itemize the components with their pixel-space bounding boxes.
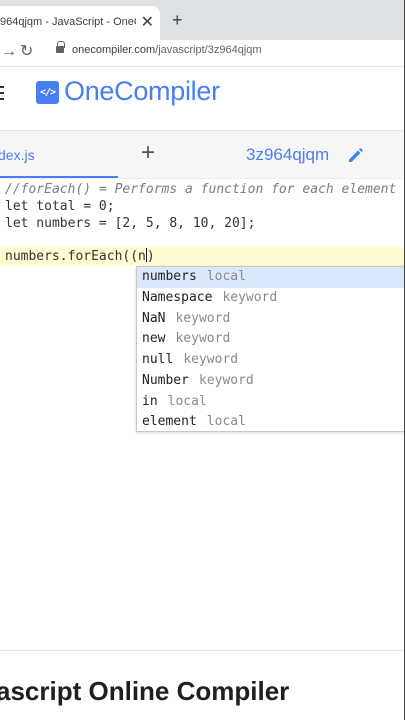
autocomplete-item[interactable]: element local <box>137 412 405 433</box>
logo-text[interactable]: OneCompiler <box>64 76 220 107</box>
edit-pencil-icon[interactable] <box>346 145 366 165</box>
reload-icon[interactable]: ↻ <box>20 42 33 62</box>
add-file-button[interactable]: + <box>141 140 155 166</box>
suggestion-name: Number <box>142 372 189 388</box>
toolbar-divider <box>0 66 405 67</box>
suggestion-name: element <box>142 414 197 430</box>
file-tab-index-js[interactable]: dex.js <box>0 147 35 163</box>
autocomplete-item[interactable]: numbers local <box>137 267 405 288</box>
suggestion-name: new <box>142 331 166 347</box>
code-line-2: let total = 0; <box>5 199 115 214</box>
code-line-5-rest: ) <box>146 249 155 264</box>
suggestion-name: null <box>142 352 174 367</box>
suggestion-kind: keyword <box>183 352 239 367</box>
suggestion-kind: local <box>206 269 246 284</box>
autocomplete-item[interactable]: NaN keyword <box>137 309 405 330</box>
close-tab-icon[interactable]: ✕ <box>141 12 154 32</box>
autocomplete-popup: numbers local Namespace keyword NaN keyword… <box>136 266 405 432</box>
suggestion-name: NaN <box>142 310 166 326</box>
menu-icon[interactable] <box>0 86 4 104</box>
file-tabs-bar: dex.js + 3z964qjqm <box>0 130 405 179</box>
new-tab-button[interactable]: + <box>172 11 183 29</box>
logo-icon[interactable]: </> <box>36 81 59 104</box>
browser-tab-title: 964qjqm - JavaScript - OneCo <box>0 16 136 28</box>
suggestion-name: numbers <box>142 269 197 284</box>
suggestion-name: Namespace <box>142 289 213 305</box>
url-host: onecompiler.com <box>72 44 156 56</box>
autocomplete-item[interactable]: in local <box>137 392 405 413</box>
suggestion-kind: keyword <box>175 331 231 347</box>
lock-icon <box>56 41 65 53</box>
autocomplete-item[interactable]: new keyword <box>137 329 405 350</box>
forward-arrow-icon[interactable]: → <box>1 42 17 62</box>
suggestion-name: in <box>142 393 158 409</box>
url-path: /javascript/3z964qjqm <box>155 44 262 56</box>
autocomplete-item[interactable]: null keyword <box>137 350 405 371</box>
browser-tab-strip: 964qjqm - JavaScript - OneCo ✕ + <box>0 0 405 40</box>
suggestion-kind: keyword <box>198 372 254 388</box>
suggestion-kind: local <box>206 414 246 430</box>
code-id-title[interactable]: 3z964qjqm <box>246 145 329 165</box>
page-title: ascript Online Compiler <box>0 676 290 706</box>
code-line-3: let numbers = [2, 5, 8, 10, 20]; <box>5 216 256 231</box>
autocomplete-item[interactable]: Namespace keyword <box>137 288 405 309</box>
autocomplete-item[interactable]: Number keyword <box>137 371 405 392</box>
suggestion-kind: keyword <box>222 289 278 305</box>
suggestion-kind: keyword <box>175 310 231 326</box>
address-bar[interactable]: onecompiler.com/javascript/3z964qjqm <box>72 44 262 56</box>
suggestion-kind: local <box>167 393 207 409</box>
browser-tab[interactable]: 964qjqm - JavaScript - OneCo ✕ <box>0 6 160 40</box>
code-line-5-text: numbers.forEach((n <box>5 249 146 264</box>
code-line-1: //forEach() = Performs a function for ea… <box>5 182 397 197</box>
code-line-5: numbers.forEach((n) <box>5 248 155 265</box>
